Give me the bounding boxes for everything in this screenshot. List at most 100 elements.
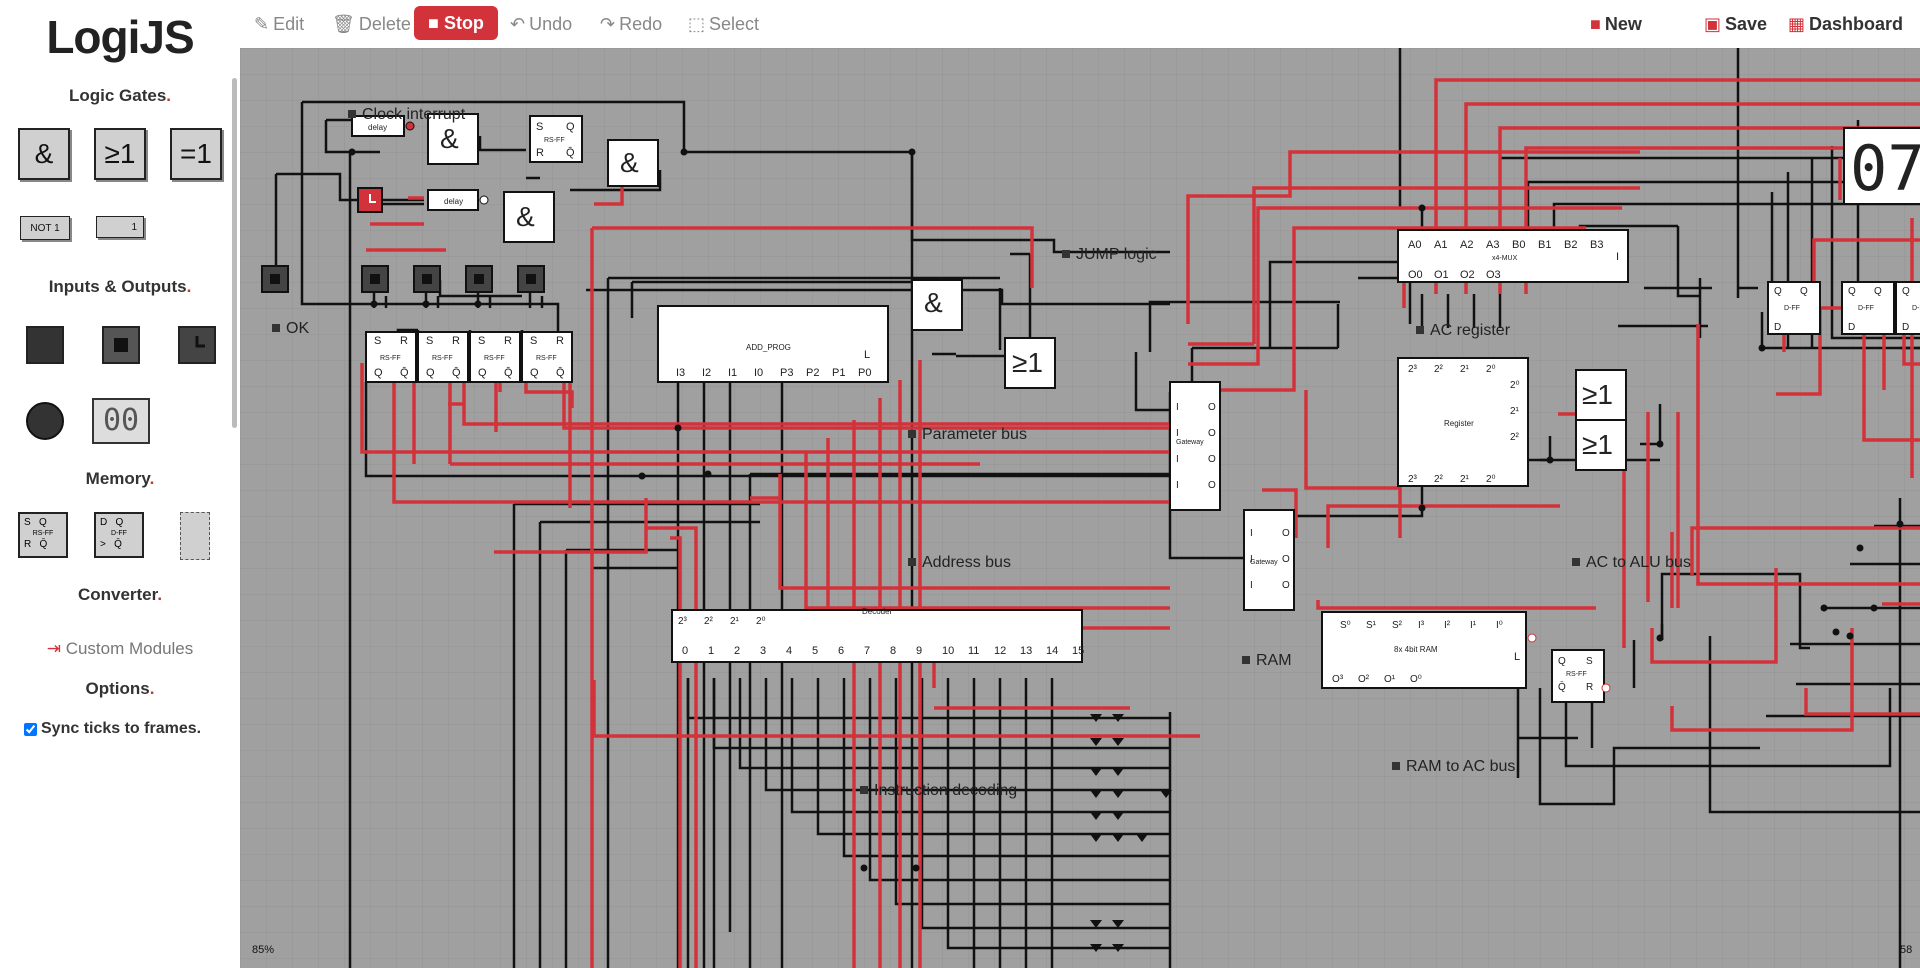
sidebar-scrollbar[interactable] [232,78,237,428]
dff-d-pin: D [1774,322,1781,333]
rsff-qn-pin: Q̄ [566,146,575,159]
rsff-s-pin: S [478,335,485,347]
add-prog-pin: I2 [702,367,711,379]
undo-button[interactable]: ↶ Undo [510,10,572,38]
gateway-in-pin: I [1250,554,1253,565]
register-bottom-pin: 2¹ [1460,474,1470,485]
decoder-output-pin: 8 [890,645,896,657]
mux-input-pin: B2 [1564,239,1577,251]
select-button[interactable]: ⬚ Select [688,10,759,38]
gateway-in-pin: I [1176,402,1179,413]
section-label: Converter [77,585,158,604]
mux-input-pin: A3 [1486,239,1499,251]
section-label: Logic Gates [68,86,167,105]
and-gate-symbol: & [516,201,535,232]
edit-button[interactable]: ✎ Edit [254,10,304,38]
add-prog-pin: I1 [728,367,737,379]
redo-label: Redo [619,14,663,34]
stop-button[interactable]: ■ Stop [414,6,498,40]
rsff-qn-pin: Q̄ [556,366,565,379]
rs-ff-button[interactable]: S Q RS-FF R Q̄ [18,512,68,558]
decoder-input-pin: 2⁰ [756,616,766,627]
rsff-r-pin: R [504,335,512,347]
redo-button[interactable]: ↷ Redo [600,10,662,38]
register-top-pin: 2³ [1408,364,1418,375]
register-right-pin: 2⁰ [1510,380,1520,391]
register-bottom-pin: 2⁰ [1486,474,1496,485]
gateway-in-pin: I [1250,580,1253,591]
dff-q-pin: Q [1800,286,1808,297]
mux-input-pin: A0 [1408,239,1421,251]
ram-bottom-pin: O⁰ [1410,674,1422,685]
not-gate-button[interactable]: NOT 1 [20,216,70,240]
decoder-input-pin: 2³ [678,616,688,627]
rsff-name: RS-FF [484,355,505,362]
stop-icon: ■ [428,13,439,33]
fps-counter: 58 [1900,944,1913,956]
gateway-out-pin: O [1208,480,1216,491]
ram-bottom-pin: O² [1358,674,1370,685]
ram-bottom-pin: O¹ [1384,674,1396,685]
add-prog-pin: I0 [754,367,763,379]
add-prog-pin: P0 [858,367,871,379]
rsff-bottom-pins: R Q̄ [24,539,48,550]
ram-name: 8x 4bit RAM [1394,645,1438,654]
decoder-input-pin: 2¹ [730,616,740,627]
label-clock-interrupt: Clock interrupt [362,106,466,123]
add-prog-pin: P2 [806,367,819,379]
edit-label: Edit [273,14,305,34]
label-address-bus: Address bus [922,554,1011,571]
pencil-icon: ✎ [254,14,270,34]
xor-gate-button[interactable]: =1 [170,128,222,180]
circuit-drawing: Clock interrupt OK JUMP logic Parameter … [240,48,1920,968]
save-label: Save [1725,14,1768,34]
save-button[interactable]: ▣ Save [1704,10,1767,38]
decoder-output-pin: 10 [942,645,954,657]
or-gate-symbol: ≥1 [1582,379,1613,410]
rsff-s-pin: S [1586,656,1593,667]
mux-input-pin: A1 [1434,239,1447,251]
mux-input-pin: A2 [1460,239,1473,251]
register-module-button[interactable] [180,512,210,560]
circuit-canvas[interactable]: Clock interrupt OK JUMP logic Parameter … [240,48,1920,968]
sync-ticks-label: Sync ticks to frames. [41,720,202,737]
custom-modules-link[interactable]: ⇥ Custom Modules [0,639,240,659]
decoder-output-pin: 0 [682,645,688,657]
hex-display: 07 [1850,132,1920,205]
buffer-gate-button[interactable]: 1 [96,216,144,238]
mux-select-pin: I [1616,251,1619,263]
display-output-button[interactable]: 00 [92,398,150,444]
decoder-output-pin: 15 [1072,645,1084,657]
save-icon: ▣ [1704,14,1722,34]
decoder-output-pin: 5 [812,645,818,657]
new-button[interactable]: ■ New [1590,10,1642,38]
lamp-output-button[interactable] [26,402,64,440]
gateway-name: Gateway [1176,439,1204,446]
clock-input-button[interactable] [178,326,216,364]
dff-top-pins: D Q [100,517,124,528]
delete-button[interactable]: 🗑 Delete [332,10,411,38]
section-memory: Memory. [85,469,155,488]
sync-ticks-option[interactable]: Sync ticks to frames. [24,720,201,738]
d-ff-button[interactable]: D Q D-FF > Q̄ [94,512,144,558]
dashboard-button[interactable]: ▦ Dashboard [1788,10,1903,38]
rsff-qn-pin: Q̄ [452,366,461,379]
label-ac-register: AC register [1430,322,1511,339]
mux-input-pin: B3 [1590,239,1603,251]
decoder-input-pin: 2² [704,616,714,627]
ram-top-pin: I⁰ [1496,620,1503,631]
gateway-out-pin: O [1208,454,1216,465]
sync-ticks-checkbox[interactable] [24,722,37,736]
and-gate-button[interactable]: & [18,128,70,180]
and-gate-symbol: & [620,147,639,178]
label-parameter-bus: Parameter bus [922,426,1027,443]
new-label: New [1604,14,1642,34]
mux-input-pin: B0 [1512,239,1525,251]
ram-load-pin: L [1514,651,1520,663]
button-input-button[interactable] [102,326,140,364]
or-gate-button[interactable]: ≥1 [94,128,146,180]
file-icon: ■ [1590,14,1601,34]
switch-input-button[interactable] [26,326,64,364]
undo-icon: ↶ [510,14,526,34]
ram-top-pin: S² [1392,620,1403,631]
